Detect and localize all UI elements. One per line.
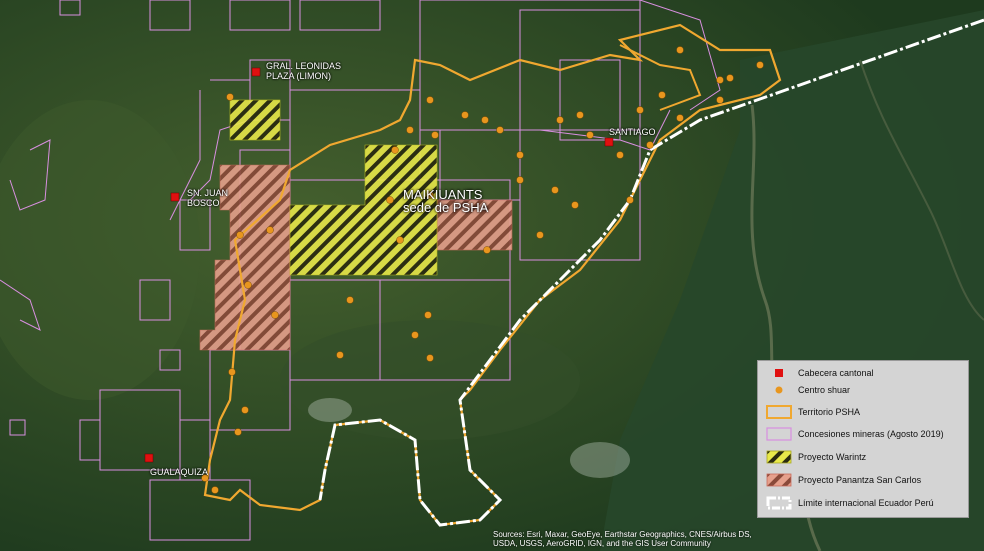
cloud-patch (308, 398, 352, 422)
legend-item-cabecera: Cabecera cantonal (766, 364, 874, 382)
red-square-icon (766, 366, 792, 380)
legend-label: Territorio PSHA (798, 407, 861, 417)
label-maikiuants: MAIKIUANTS sede de PSHA (403, 188, 488, 214)
orange-circle-icon (766, 383, 792, 397)
legend-label: Límite internacional Ecuador Perú (798, 498, 934, 508)
label-gualaquiza: GUALAQUIZA (150, 467, 209, 477)
label-limon: GRAL. LEONIDAS PLAZA (LIMON) (266, 61, 342, 81)
legend-label: Concesiones mineras (Agosto 2019) (798, 429, 944, 439)
maikiuants-subtitle: sede de PSHA (403, 200, 489, 215)
map-legend: Cabecera cantonal Centro shuar Territori… (757, 360, 969, 518)
legend-item-concesiones: Concesiones mineras (Agosto 2019) (766, 425, 944, 443)
pink-outline-icon (766, 427, 792, 441)
legend-label: Centro shuar (798, 385, 851, 395)
legend-label: Cabecera cantonal (798, 368, 874, 378)
legend-label: Proyecto Panantza San Carlos (798, 475, 922, 485)
legend-item-territorio: Territorio PSHA (766, 403, 860, 421)
map-credits: Sources: Esri, Maxar, GeoEye, Earthstar … (493, 530, 752, 548)
yellow-hatch-icon (766, 450, 792, 464)
map-view[interactable]: GRAL. LEONIDAS PLAZA (LIMON) SN. JUAN BO… (0, 0, 984, 551)
white-dash-icon (766, 496, 792, 510)
cloud-patch (570, 442, 630, 478)
legend-item-warintz: Proyecto Warintz (766, 448, 866, 466)
legend-item-limite: Límite internacional Ecuador Perú (766, 494, 934, 512)
orange-outline-icon (766, 405, 792, 419)
label-santiago: SANTIAGO (609, 127, 656, 137)
salmon-hatch-icon (766, 473, 792, 487)
legend-item-centro: Centro shuar (766, 381, 850, 399)
legend-item-panantza: Proyecto Panantza San Carlos (766, 471, 921, 489)
label-san-juan-bosco: SN. JUAN BOSCO (187, 188, 229, 208)
legend-label: Proyecto Warintz (798, 452, 867, 462)
